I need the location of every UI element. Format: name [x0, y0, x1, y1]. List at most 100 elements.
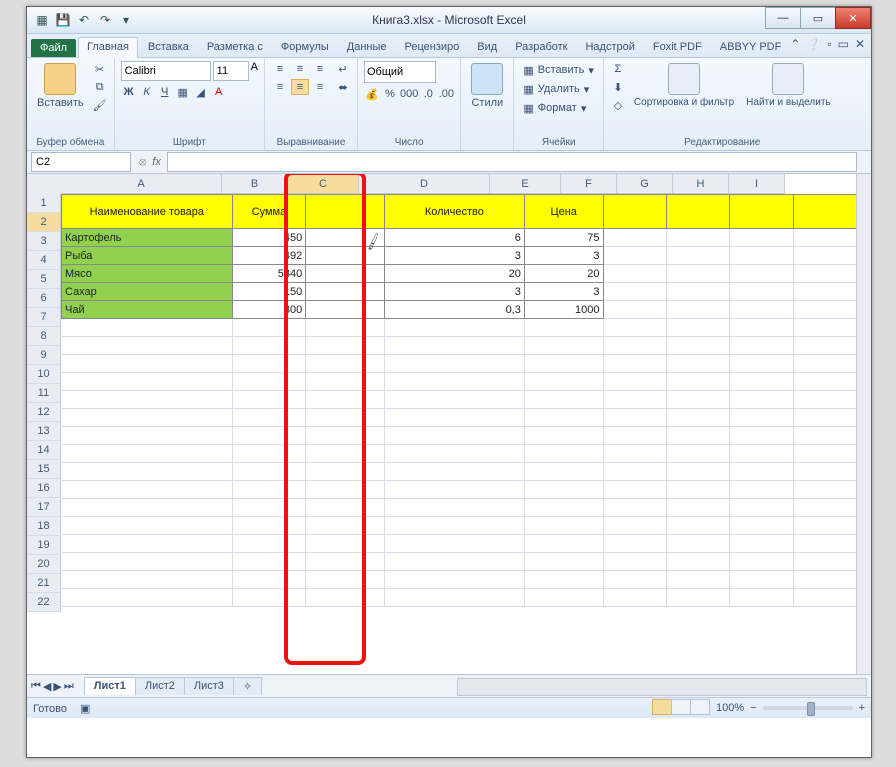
- cell[interactable]: [793, 481, 856, 499]
- row-header-17[interactable]: 17: [27, 498, 61, 517]
- cell[interactable]: [793, 589, 856, 607]
- cell[interactable]: [306, 283, 385, 301]
- cell[interactable]: [306, 373, 385, 391]
- close-workbook-icon[interactable]: ✕: [855, 37, 865, 51]
- cell[interactable]: [384, 535, 524, 553]
- cell[interactable]: [730, 571, 793, 589]
- cell[interactable]: 1000: [524, 301, 603, 319]
- cell[interactable]: [384, 481, 524, 499]
- cell[interactable]: [62, 319, 233, 337]
- cell[interactable]: [384, 337, 524, 355]
- cell[interactable]: [730, 319, 793, 337]
- bold-button[interactable]: Ж: [121, 84, 137, 100]
- cell[interactable]: [666, 355, 729, 373]
- cell[interactable]: Сахар: [62, 283, 233, 301]
- cell[interactable]: [730, 463, 793, 481]
- cell[interactable]: [793, 229, 856, 247]
- cell[interactable]: [793, 391, 856, 409]
- cell[interactable]: [793, 553, 856, 571]
- cell[interactable]: [603, 355, 666, 373]
- cell[interactable]: [666, 463, 729, 481]
- cell[interactable]: [306, 265, 385, 283]
- cell[interactable]: [62, 535, 233, 553]
- delete-cells-button[interactable]: ▦ Удалить ▾: [520, 80, 597, 98]
- cell[interactable]: [62, 337, 233, 355]
- view-buttons[interactable]: [653, 699, 710, 718]
- cell[interactable]: [306, 319, 385, 337]
- cell[interactable]: [232, 481, 306, 499]
- cell[interactable]: [730, 481, 793, 499]
- cell[interactable]: [384, 589, 524, 607]
- cell[interactable]: [62, 499, 233, 517]
- cell[interactable]: [666, 409, 729, 427]
- cell[interactable]: [730, 553, 793, 571]
- cell[interactable]: [666, 499, 729, 517]
- cell[interactable]: [603, 481, 666, 499]
- cell[interactable]: [306, 499, 385, 517]
- cell[interactable]: Наименование товара: [62, 195, 233, 229]
- cell[interactable]: [603, 229, 666, 247]
- cell[interactable]: [793, 247, 856, 265]
- cell[interactable]: [524, 499, 603, 517]
- clear-icon[interactable]: ◇: [610, 97, 626, 113]
- cell[interactable]: [603, 319, 666, 337]
- qat-customize-icon[interactable]: ▾: [117, 11, 135, 29]
- sort-filter-button[interactable]: Сортировка и фильтр: [630, 61, 738, 110]
- paste-button[interactable]: Вставить: [33, 61, 88, 111]
- cell[interactable]: Рыба: [62, 247, 233, 265]
- cell[interactable]: [793, 337, 856, 355]
- cell[interactable]: [666, 229, 729, 247]
- cell[interactable]: Картофель: [62, 229, 233, 247]
- cell[interactable]: 20: [384, 265, 524, 283]
- cell[interactable]: [730, 337, 793, 355]
- cell[interactable]: [524, 391, 603, 409]
- cell[interactable]: [524, 337, 603, 355]
- cell[interactable]: [730, 517, 793, 535]
- row-header-7[interactable]: 7: [27, 308, 61, 327]
- cell[interactable]: [666, 391, 729, 409]
- cell[interactable]: [603, 301, 666, 319]
- cell[interactable]: [666, 571, 729, 589]
- cell[interactable]: [232, 373, 306, 391]
- sheet-tab-1[interactable]: Лист1: [84, 677, 136, 695]
- cell[interactable]: [666, 517, 729, 535]
- sheet-nav[interactable]: ⏮◀▶⏭: [27, 680, 78, 693]
- save-icon[interactable]: 💾: [54, 11, 72, 29]
- cell[interactable]: [793, 301, 856, 319]
- cell[interactable]: 492: [232, 247, 306, 265]
- merge-icon[interactable]: ⬌: [335, 79, 351, 95]
- cell[interactable]: 150: [232, 283, 306, 301]
- cell[interactable]: [384, 445, 524, 463]
- currency-icon[interactable]: 💰: [364, 86, 380, 102]
- cut-icon[interactable]: ✂: [92, 61, 108, 77]
- row-header-12[interactable]: 12: [27, 403, 61, 422]
- row-header-5[interactable]: 5: [27, 270, 61, 289]
- cell[interactable]: [666, 589, 729, 607]
- cell[interactable]: [306, 409, 385, 427]
- cell[interactable]: [306, 427, 385, 445]
- cell[interactable]: [730, 427, 793, 445]
- cell[interactable]: [603, 283, 666, 301]
- cell[interactable]: [384, 571, 524, 589]
- cell[interactable]: [666, 481, 729, 499]
- autosum-icon[interactable]: Σ: [610, 61, 626, 77]
- col-header-H[interactable]: H: [673, 174, 729, 194]
- cell[interactable]: [793, 499, 856, 517]
- cell[interactable]: [603, 553, 666, 571]
- cell[interactable]: [524, 445, 603, 463]
- cell[interactable]: 3: [524, 247, 603, 265]
- cell[interactable]: [232, 409, 306, 427]
- redo-icon[interactable]: ↷: [96, 11, 114, 29]
- cell[interactable]: [730, 195, 793, 229]
- cell[interactable]: [524, 355, 603, 373]
- cell[interactable]: [62, 589, 233, 607]
- cell[interactable]: [730, 589, 793, 607]
- cell[interactable]: [384, 391, 524, 409]
- cell[interactable]: [730, 499, 793, 517]
- cell[interactable]: [666, 247, 729, 265]
- tab-page-layout[interactable]: Разметка с: [199, 38, 271, 57]
- row-header-19[interactable]: 19: [27, 536, 61, 555]
- cell[interactable]: [232, 337, 306, 355]
- col-header-I[interactable]: I: [729, 174, 785, 194]
- cell[interactable]: [524, 373, 603, 391]
